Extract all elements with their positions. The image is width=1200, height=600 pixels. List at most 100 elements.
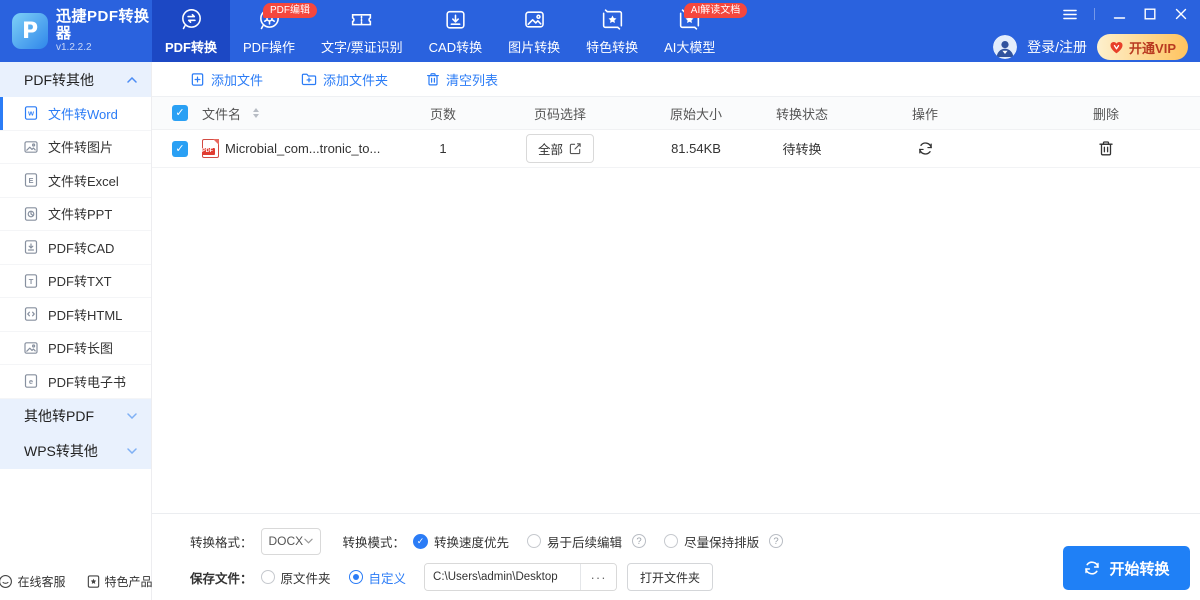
sort-icon[interactable] [253,108,260,118]
group-label: PDF转其他 [24,71,94,88]
app-version: v1.2.2.2 [56,42,92,53]
online-service-link[interactable]: 在线客服 [0,573,66,590]
col-header-size: 原始大小 [669,106,722,122]
file-size: 81.54KB [671,141,721,156]
image-icon [522,6,547,32]
add-file-button[interactable]: 添加文件 [190,70,263,89]
tab-image-convert[interactable]: 图片转换 [495,0,573,62]
delete-row-icon[interactable] [1098,140,1114,157]
save-option-original[interactable]: 原文件夹 [260,568,331,587]
tab-pdf-operate[interactable]: PDF编辑 PDF操作 [230,0,318,62]
add-file-label: 添加文件 [211,72,264,88]
sidebar-item-to-ebook[interactable]: e PDF转电子书 [0,365,151,399]
featured-products-link[interactable]: 特色产品 [86,573,153,590]
page-select-value: 全部 [537,143,563,157]
menu-icon[interactable] [1063,7,1077,21]
group-label: WPS转其他 [24,443,98,459]
start-refresh-icon [1083,559,1101,577]
sidebar-group-other-to-pdf[interactable]: 其他转PDF [0,398,151,434]
sidebar-item-to-ppt[interactable]: 文件转PPT [0,198,151,231]
product-badge-icon [86,574,101,589]
tab-label: CAD转换 [428,40,483,55]
col-header-status: 转换状态 [775,106,828,122]
sidebar-item-to-image[interactable]: 文件转图片 [0,131,151,164]
sidebar-group-pdf-to-other[interactable]: PDF转其他 [0,62,151,97]
save-option-label: 自定义 [368,571,407,586]
convert-refresh-icon[interactable] [917,140,934,157]
tab-special-convert[interactable]: 特色转换 [573,0,651,62]
excel-doc-icon: E [23,172,39,188]
sidebar-item-label: 文件转PPT [48,207,113,223]
help-icon[interactable]: ? [632,534,647,548]
select-all-checkbox[interactable] [172,105,188,121]
add-folder-button[interactable]: 添加文件夹 [301,70,388,89]
tab-label: PDF转换 [165,40,218,55]
pdf-edit-badge: PDF编辑 [263,3,318,18]
sidebar-item-label: PDF转HTML [48,307,123,323]
cad-download-icon [443,6,468,32]
save-option-custom[interactable]: 自定义 [348,568,407,587]
app-header: P 迅捷PDF转换器 v1.2.2.2 PDF转换 PDF编辑 PDF操作 文字… [0,0,1200,62]
maximize-button[interactable] [1143,7,1157,21]
chat-smile-icon [0,574,13,589]
open-folder-button[interactable]: 打开文件夹 [627,563,714,591]
sidebar-item-label: PDF转电子书 [48,374,127,390]
add-file-icon [190,72,205,87]
ebook-doc-icon: e [23,373,39,389]
start-convert-button[interactable]: 开始转换 [1063,546,1190,590]
page-count: 1 [439,141,447,156]
sidebar-item-to-word[interactable]: w 文件转Word [0,97,151,131]
svg-text:w: w [27,109,34,118]
sidebar-item-to-txt[interactable]: T PDF转TXT [0,265,151,298]
login-register-link[interactable]: 登录/注册 [1027,37,1087,57]
tab-label: 特色转换 [586,40,639,55]
chevron-up-icon [127,76,137,83]
row-checkbox[interactable] [172,140,188,157]
mode-label: 转换模式： [342,535,406,550]
tab-label: PDF操作 [243,40,296,55]
format-dropdown[interactable]: DOCX [260,527,321,555]
app-logo-icon: P [12,13,48,49]
clear-list-label: 清空列表 [446,72,499,88]
featured-products-label: 特色产品 [104,574,153,589]
close-button[interactable] [1174,7,1188,21]
sidebar-item-to-long-image[interactable]: PDF转长图 [0,332,151,365]
mode-option-speed[interactable]: 转换速度优先 [413,532,509,551]
page-select-button[interactable]: 全部 [525,134,594,163]
sidebar-item-to-cad[interactable]: PDF转CAD [0,231,151,265]
txt-doc-icon: T [23,273,39,289]
clear-list-button[interactable]: 清空列表 [426,70,498,89]
open-vip-button[interactable]: 开通VIP [1097,34,1188,60]
radio-unchecked-icon [260,570,275,584]
save-option-label: 原文件夹 [280,571,331,586]
tab-label: AI大模型 [664,40,716,55]
sidebar-item-label: PDF转CAD [48,240,115,256]
table-row: PDF Microbial_com...tronic_to... 1 全部 81… [152,130,1200,168]
browse-more-button[interactable]: ··· [580,564,617,590]
save-path-group: ··· [424,563,618,591]
tab-ocr[interactable]: 文字/票证识别 [308,0,416,62]
window-controls [1063,7,1188,21]
add-folder-label: 添加文件夹 [323,72,389,88]
svg-text:E: E [28,176,33,185]
tab-pdf-convert[interactable]: PDF转换 [152,0,231,62]
col-header-file-name: 文件名 [202,106,242,122]
sidebar-item-to-html[interactable]: PDF转HTML [0,298,151,332]
save-path-input[interactable] [425,564,581,590]
image-doc-icon [23,139,39,155]
sidebar-item-to-excel[interactable]: E 文件转Excel [0,164,151,198]
tab-cad-convert[interactable]: CAD转换 [416,0,495,62]
chevron-down-icon [127,448,137,454]
tab-ai-model[interactable]: AI解读文档 AI大模型 [651,0,748,62]
mode-option-layout[interactable]: 尽量保持排版 ? [664,532,784,551]
avatar[interactable] [993,35,1018,59]
minimize-button[interactable] [1112,7,1126,21]
settings-panel: 转换格式： DOCX 转换模式： 转换速度优先 易于后续编辑 ? [152,513,1200,600]
mode-option-editable[interactable]: 易于后续编辑 ? [527,532,647,551]
help-icon[interactable]: ? [769,534,784,548]
chevron-down-icon [303,538,313,544]
add-folder-icon [301,72,317,86]
group-label: 其他转PDF [24,408,94,424]
sidebar-group-wps-to-other[interactable]: WPS转其他 [0,433,151,469]
col-header-action: 操作 [911,106,938,122]
